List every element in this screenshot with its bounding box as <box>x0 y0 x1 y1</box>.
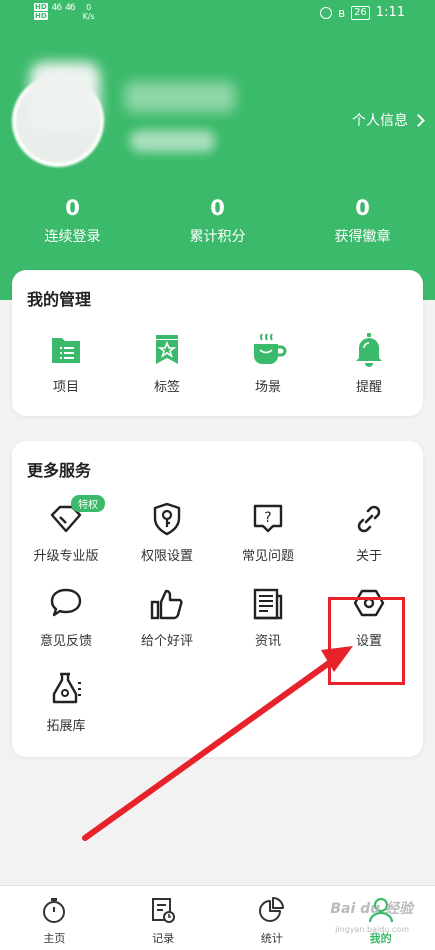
bell-icon <box>356 333 382 367</box>
tag-icon <box>156 335 178 364</box>
record-icon <box>152 898 176 923</box>
username-blurred <box>125 82 235 112</box>
clock: 1:11 <box>375 5 405 20</box>
status-bar: HD HD 46 46 0 K/s ʙ 26 1:11 <box>0 0 435 28</box>
coffee-icon <box>254 333 287 364</box>
stats-row: 0 连续登录 0 累计积分 0 获得徽章 <box>0 196 435 246</box>
folder-icon <box>52 338 80 363</box>
stat-points[interactable]: 0 累计积分 <box>145 196 290 246</box>
mgmt-item-projects[interactable]: 项目 <box>16 330 116 395</box>
chat-icon <box>50 588 82 617</box>
hd-badge-1: HD <box>34 3 48 11</box>
service-faq[interactable]: ? 常见问题 <box>218 499 318 564</box>
service-feedback[interactable]: 意见反馈 <box>16 584 116 649</box>
privilege-badge: 特权 <box>71 495 105 512</box>
tab-home[interactable]: 主页 <box>0 886 109 950</box>
thumbs-up-icon <box>150 589 183 620</box>
question-icon: ? <box>253 504 283 533</box>
watermark: Bai du 经验 <box>330 901 413 917</box>
personal-info-link[interactable]: 个人信息 <box>352 110 425 130</box>
signal-2: 46 <box>65 3 76 13</box>
shield-key-icon <box>153 502 181 536</box>
services-title: 更多服务 <box>27 461 92 480</box>
stat-badges[interactable]: 0 获得徽章 <box>290 196 435 246</box>
personal-info-label: 个人信息 <box>352 113 408 129</box>
mgmt-item-scenes[interactable]: 场景 <box>218 330 318 395</box>
management-card: 我的管理 项目 标签 场景 提醒 <box>12 270 423 416</box>
battery-indicator: 26 <box>351 5 370 20</box>
signal-1: 46 <box>51 3 63 13</box>
net-speed: 0 K/s <box>82 3 95 21</box>
hd-badge-2: HD <box>34 12 48 20</box>
avatar-blur <box>30 62 100 132</box>
flask-icon <box>52 672 81 704</box>
service-extensions[interactable]: 拓展库 <box>16 669 116 734</box>
service-rate[interactable]: 给个好评 <box>117 584 217 649</box>
alarm-icon <box>320 6 333 19</box>
profile-header: HD HD 46 46 0 K/s ʙ 26 1:11 个人信息 0 连续登录 <box>0 0 435 300</box>
service-upgrade-pro[interactable]: 特权 升级专业版 <box>16 495 116 564</box>
mgmt-item-reminders[interactable]: 提醒 <box>319 330 419 395</box>
service-about[interactable]: 关于 <box>319 499 419 564</box>
user-tag-blurred <box>130 130 215 152</box>
news-icon <box>253 588 283 620</box>
stopwatch-icon <box>43 898 66 923</box>
tab-mine[interactable]: 我的 <box>326 886 435 950</box>
service-permissions[interactable]: 权限设置 <box>117 499 217 564</box>
stat-login-days[interactable]: 0 连续登录 <box>0 196 145 246</box>
chevron-right-icon <box>412 113 425 127</box>
tab-records[interactable]: 记录 <box>109 886 218 950</box>
service-news[interactable]: 资讯 <box>218 584 318 649</box>
watermark-url: jingyan.baidu.com <box>335 925 409 934</box>
link-icon <box>357 505 381 533</box>
management-title: 我的管理 <box>27 290 92 309</box>
pie-chart-icon <box>258 897 284 922</box>
svg-text:?: ? <box>264 510 271 526</box>
annotation-highlight-box <box>328 597 405 685</box>
bluetooth-icon: ʙ <box>338 5 346 20</box>
tab-statistics[interactable]: 统计 <box>218 886 327 950</box>
mgmt-item-tags[interactable]: 标签 <box>117 330 217 395</box>
